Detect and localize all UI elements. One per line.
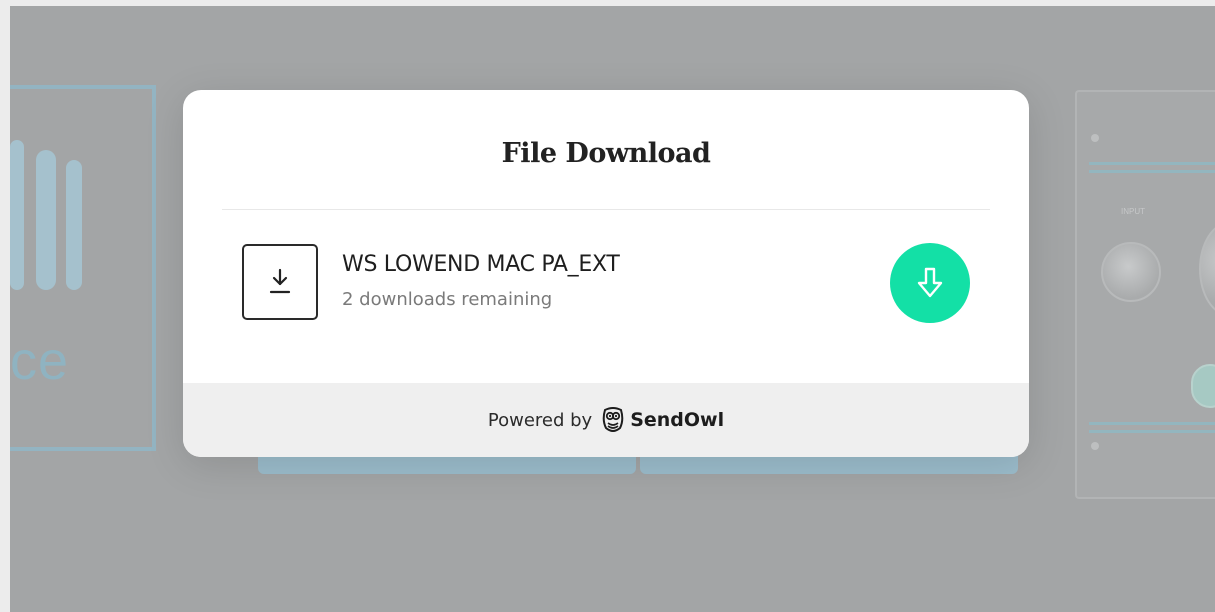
file-download-modal: File Download WS LOWEND MAC PA_EXT 2 dow… [183, 90, 1029, 457]
download-button[interactable] [890, 243, 970, 323]
device-stripe [1089, 430, 1215, 433]
download-tray-icon-glyph [269, 268, 291, 294]
page-top-edge [0, 0, 1215, 6]
device-stripe [1089, 170, 1215, 173]
file-name: WS LOWEND MAC PA_EXT [342, 252, 620, 277]
brand-logo-text: ce [10, 331, 70, 391]
device-stripe [1089, 162, 1215, 165]
logo-bar [66, 160, 82, 290]
powered-by-label: Powered by [487, 409, 593, 431]
downloads-remaining: 2 downloads remaining [342, 289, 553, 310]
screw [1091, 442, 1099, 450]
file-row: WS LOWEND MAC PA_EXT 2 downloads remaini… [242, 243, 972, 323]
modal-title: File Download [501, 138, 711, 169]
logo-bar [10, 140, 24, 290]
owl-icon [602, 406, 624, 434]
modal-footer: Powered by SendOwl [183, 383, 1029, 457]
download-tray-icon [242, 244, 318, 320]
knob [1101, 242, 1161, 302]
screw [1091, 134, 1099, 142]
knob [1199, 222, 1215, 316]
arrow-down-icon [917, 267, 943, 298]
divider [222, 209, 990, 210]
product-device-image [1075, 90, 1215, 499]
logo-bar [36, 150, 56, 290]
brand-logo-frame [10, 85, 156, 451]
knob [1191, 364, 1215, 408]
sendowl-link[interactable]: SendOwl [630, 409, 724, 431]
device-input-label: INPUT [1121, 207, 1145, 216]
page-left-edge [0, 0, 10, 612]
device-stripe [1089, 422, 1215, 425]
